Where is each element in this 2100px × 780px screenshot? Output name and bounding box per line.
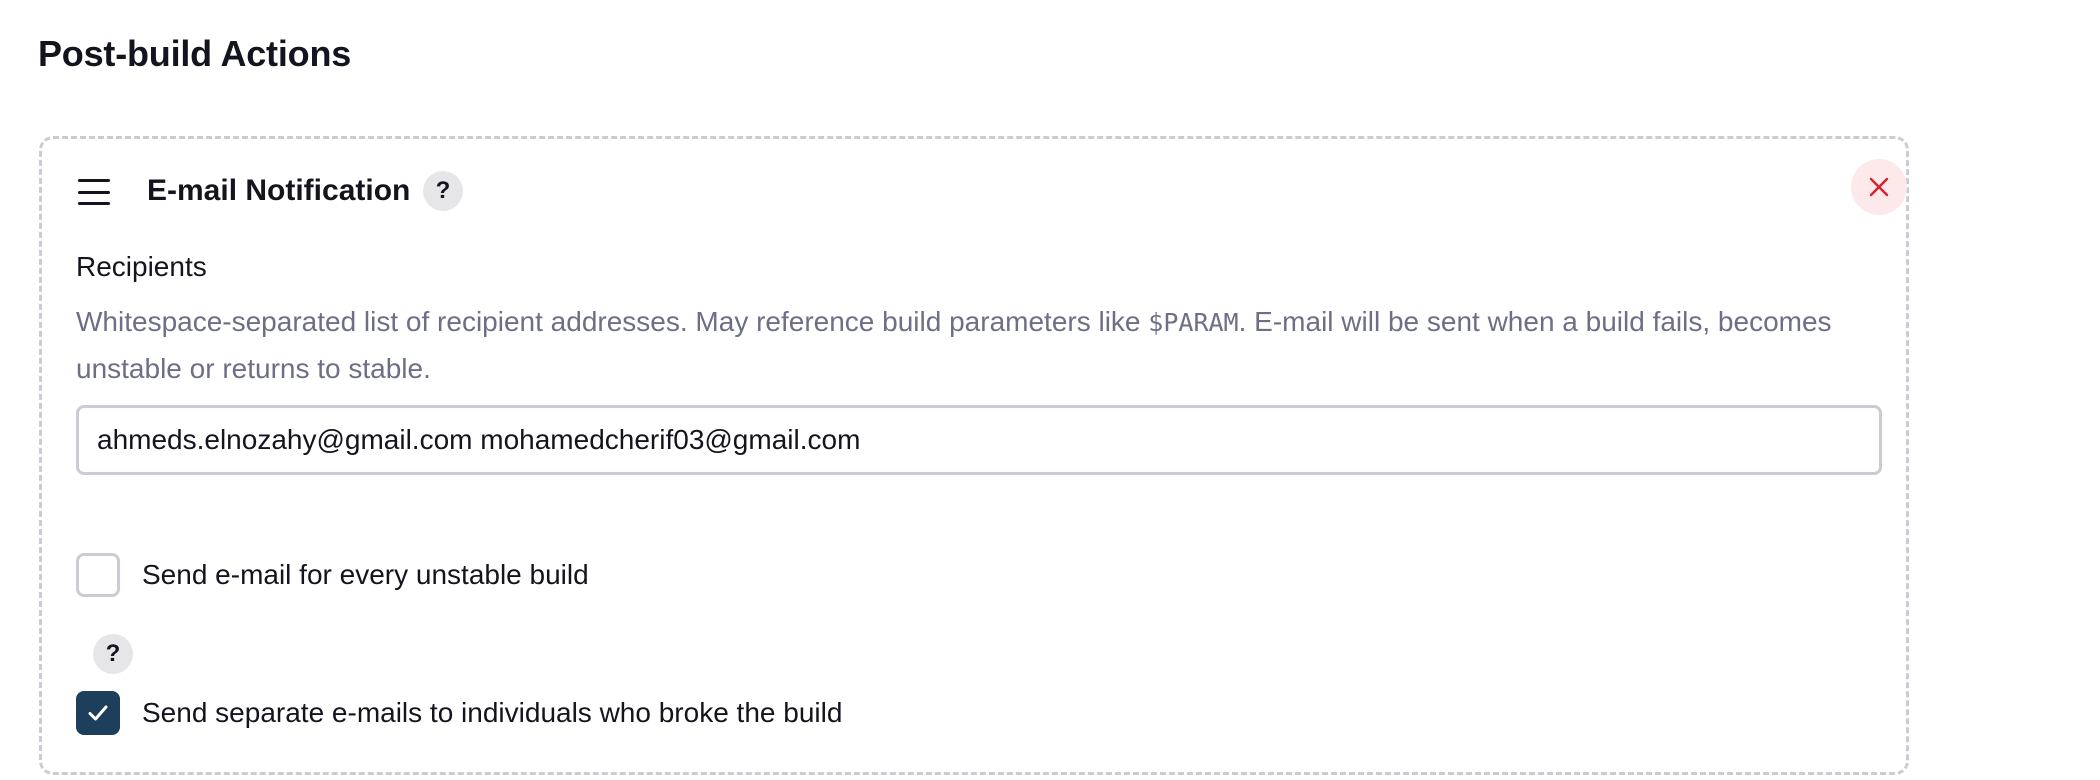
help-icon[interactable]: ? [423, 171, 463, 211]
separate-emails-checkbox[interactable] [76, 691, 120, 735]
recipients-label: Recipients [76, 251, 207, 282]
close-icon [1869, 177, 1889, 197]
card-title: E-mail Notification [147, 174, 411, 207]
unstable-build-label: Send e-mail for every unstable build [142, 559, 589, 590]
section-title: Post-build Actions [38, 33, 352, 74]
help-icon-separate[interactable]: ? [93, 634, 133, 674]
delete-button[interactable] [1851, 159, 1907, 215]
check-icon [88, 705, 108, 721]
recipients-description: Whitespace-separated list of recipient a… [76, 299, 1876, 392]
separate-emails-label: Send separate e-mails to individuals who… [142, 697, 843, 728]
drag-handle-icon[interactable] [78, 179, 110, 205]
recipients-input[interactable] [76, 405, 1882, 475]
email-notification-card: E-mail Notification ? Recipients Whitesp… [39, 136, 1909, 775]
param-code: $PARAM [1148, 308, 1239, 337]
description-text: Whitespace-separated list of recipient a… [76, 306, 1149, 337]
unstable-build-checkbox[interactable] [76, 553, 120, 597]
post-build-actions-page: Post-build Actions E-mail Notification ?… [0, 0, 2100, 780]
unstable-build-option[interactable]: Send e-mail for every unstable build [76, 553, 589, 597]
separate-emails-option[interactable]: Send separate e-mails to individuals who… [76, 691, 842, 735]
